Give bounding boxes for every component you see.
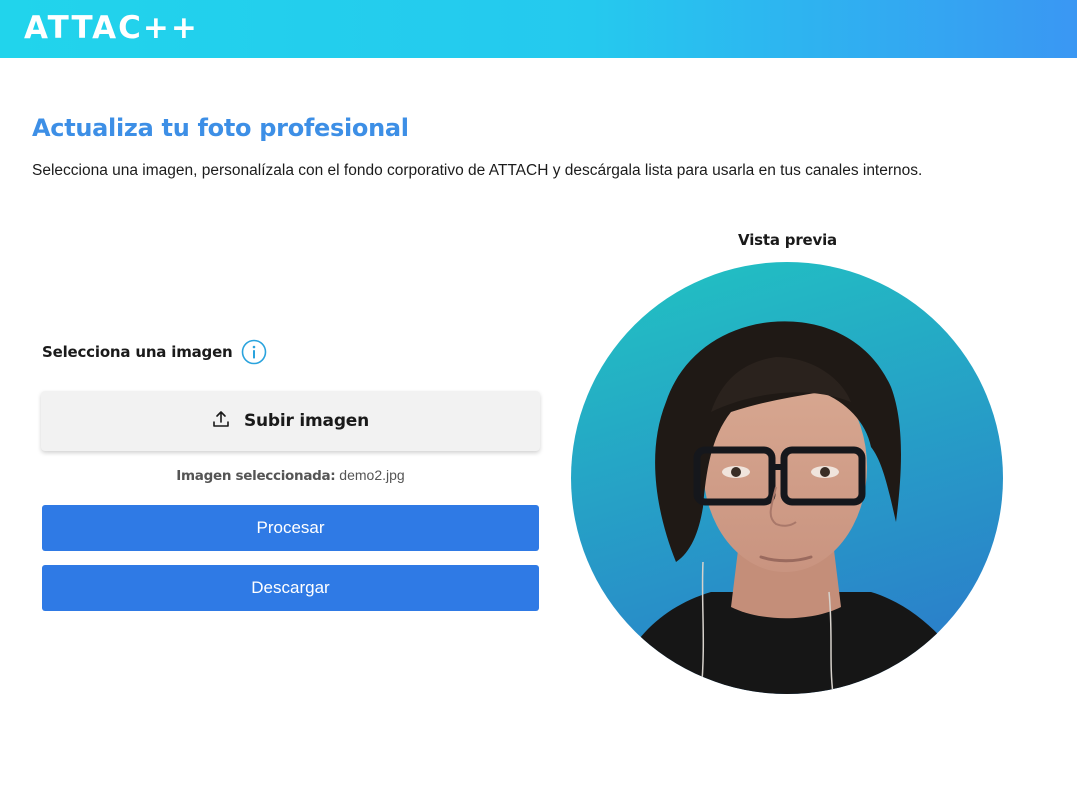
select-image-label: Selecciona una imagen [42,343,233,361]
process-button[interactable]: Procesar [42,505,539,551]
upload-icon [212,410,230,433]
profile-photo-illustration [571,262,1003,694]
preview-label: Vista previa [738,231,837,249]
attach-logo[interactable]: ATTAC++ [24,11,199,45]
selected-file-name: demo2.jpg [339,467,405,483]
page-title: Actualiza tu foto profesional [32,114,409,142]
page-description: Selecciona una imagen, personalízala con… [32,162,923,179]
selected-file-info: Imagen seleccionada: demo2.jpg [41,467,540,484]
info-icon[interactable] [241,339,267,365]
select-image-row: Selecciona una imagen [42,339,267,365]
preview-image [571,262,1003,694]
top-bar: ATTAC++ [0,0,1077,58]
download-button[interactable]: Descargar [42,565,539,611]
upload-image-label: Subir imagen [243,411,370,431]
upload-image-button[interactable]: Subir imagen [41,391,540,451]
selected-file-prefix: Imagen seleccionada: [176,468,336,484]
